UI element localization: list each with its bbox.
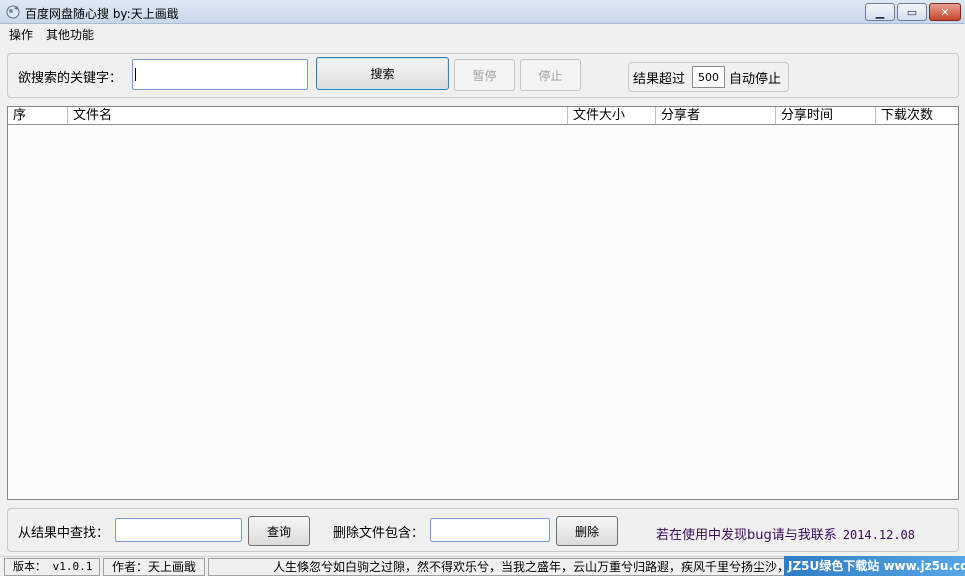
pause-button[interactable]: 暂停 xyxy=(454,59,515,91)
delete-filter-input[interactable] xyxy=(430,518,550,542)
results-list[interactable]: 序 文件名 文件大小 分享者 分享时间 下载次数 xyxy=(7,106,959,500)
column-sharer[interactable]: 分享者 xyxy=(656,107,776,124)
column-share-time[interactable]: 分享时间 xyxy=(776,107,876,124)
keyword-label: 欲搜索的关键字： xyxy=(18,71,123,86)
window-title: 百度网盘随心搜 by:天上画戢 xyxy=(25,7,179,21)
column-index[interactable]: 序 xyxy=(8,107,68,124)
menu-other-functions[interactable]: 其他功能 xyxy=(46,26,94,43)
minimize-button[interactable]: ▁ xyxy=(865,3,895,21)
delete-label: 删除文件包含： xyxy=(333,526,425,541)
maximize-button[interactable]: ▭ xyxy=(897,3,927,21)
status-version: 版本： v1.0.1 xyxy=(4,558,100,576)
text-caret xyxy=(135,68,136,81)
list-header: 序 文件名 文件大小 分享者 分享时间 下载次数 xyxy=(8,107,958,125)
find-input[interactable] xyxy=(115,518,242,542)
find-label: 从结果中查找： xyxy=(18,526,110,541)
app-icon xyxy=(6,5,20,19)
window-controls: ▁ ▭ ✕ xyxy=(865,3,961,21)
limit-prefix-label: 结果超过 xyxy=(633,72,686,87)
status-author: 作者：天上画戢 xyxy=(103,558,205,576)
menu-bar: 操作 其他功能 xyxy=(0,24,965,43)
query-button[interactable]: 查询 xyxy=(248,516,310,546)
keyword-input[interactable] xyxy=(132,59,308,90)
stop-button[interactable]: 停止 xyxy=(520,59,581,91)
menu-operate[interactable]: 操作 xyxy=(9,26,33,43)
column-filesize[interactable]: 文件大小 xyxy=(568,107,656,124)
contact-note: 若在使用中发现bug请与我联系 2014.12.08 xyxy=(656,524,915,543)
contact-text: 若在使用中发现bug请与我联系 xyxy=(656,528,837,543)
search-button[interactable]: 搜索 xyxy=(316,57,449,90)
column-filename[interactable]: 文件名 xyxy=(68,107,568,124)
release-date: 2014.12.08 xyxy=(842,528,915,542)
delete-button[interactable]: 删除 xyxy=(556,516,618,546)
column-download-count[interactable]: 下载次数 xyxy=(876,107,958,124)
limit-suffix-label: 自动停止 xyxy=(729,72,782,87)
title-bar[interactable]: 百度网盘随心搜 by:天上画戢 ▁ ▭ ✕ xyxy=(0,0,965,24)
close-button[interactable]: ✕ xyxy=(929,3,961,21)
result-limit-input[interactable]: 500 xyxy=(692,66,725,88)
watermark: JZ5U绿色下载站 www.jz5u.com xyxy=(784,556,965,576)
